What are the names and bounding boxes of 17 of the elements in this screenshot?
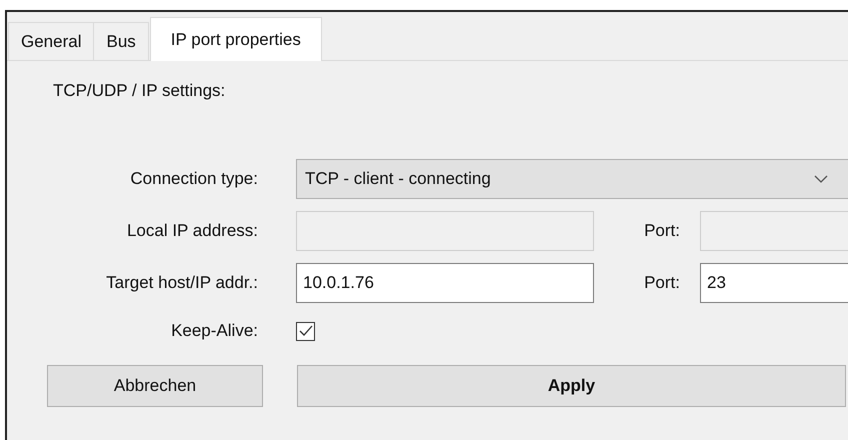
chevron-down-icon [814,175,828,183]
tab[interactable]: Bus [93,22,149,60]
apply-button[interactable]: Apply [297,365,846,407]
keep-alive-checkbox[interactable] [296,322,315,340]
field-label: Target host/IP addr.: [105,273,258,293]
field-label: Keep-Alive: [170,321,258,341]
section-title: TCP/UDP / IP settings: [53,81,226,101]
cancel-button[interactable]: Abbrechen [47,365,263,407]
field-label: Local IP address: [126,221,258,241]
tab[interactable]: General [8,22,94,60]
port-field[interactable]: 23 [700,263,848,303]
address-field[interactable]: 10.0.1.76 [296,263,594,303]
tab[interactable]: IP port properties [150,17,322,61]
port-label: Port: [643,221,681,241]
connection-type-dropdown[interactable]: TCP - client - connecting [296,159,848,199]
field-label: Connection type: [129,169,258,189]
port-label: Port: [643,273,681,293]
